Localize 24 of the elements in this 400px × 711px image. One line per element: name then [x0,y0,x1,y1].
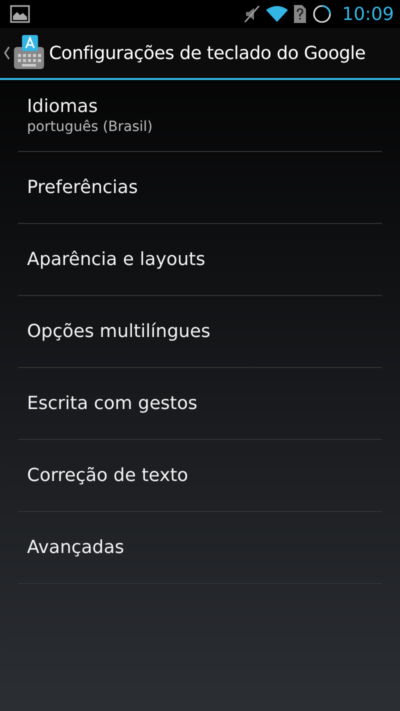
settings-item[interactable]: Opções multilíngues [18,296,382,368]
settings-item[interactable]: Correção de texto [18,440,382,512]
status-time: 10:09 [342,4,394,24]
sync-circle-icon [312,4,332,24]
item-title: Preferências [27,177,139,198]
settings-item[interactable]: Idiomas português (Brasil) [18,80,382,152]
sim-card-icon [294,5,306,23]
screen-title: Configurações de teclado do Google [49,42,366,64]
settings-item[interactable]: Escrita com gestos [18,368,382,440]
item-title: Idiomas [27,96,99,117]
item-summary: português (Brasil) [27,119,154,135]
item-title: Correção de texto [27,465,190,486]
item-title: Escrita com gestos [27,393,198,414]
item-title: Aparência e layouts [27,249,206,270]
keyboard-icon [13,35,45,71]
wifi-icon [266,5,288,23]
image-icon [10,5,30,23]
settings-item[interactable]: Aparência e layouts [18,224,382,296]
chevron-icon [4,46,10,60]
muted-speaker-icon [244,5,260,23]
item-title: Avançadas [27,537,126,558]
item-title: Opções multilíngues [27,321,212,342]
settings-item[interactable]: Preferências [18,152,382,224]
settings-item[interactable]: Avançadas [18,512,382,584]
